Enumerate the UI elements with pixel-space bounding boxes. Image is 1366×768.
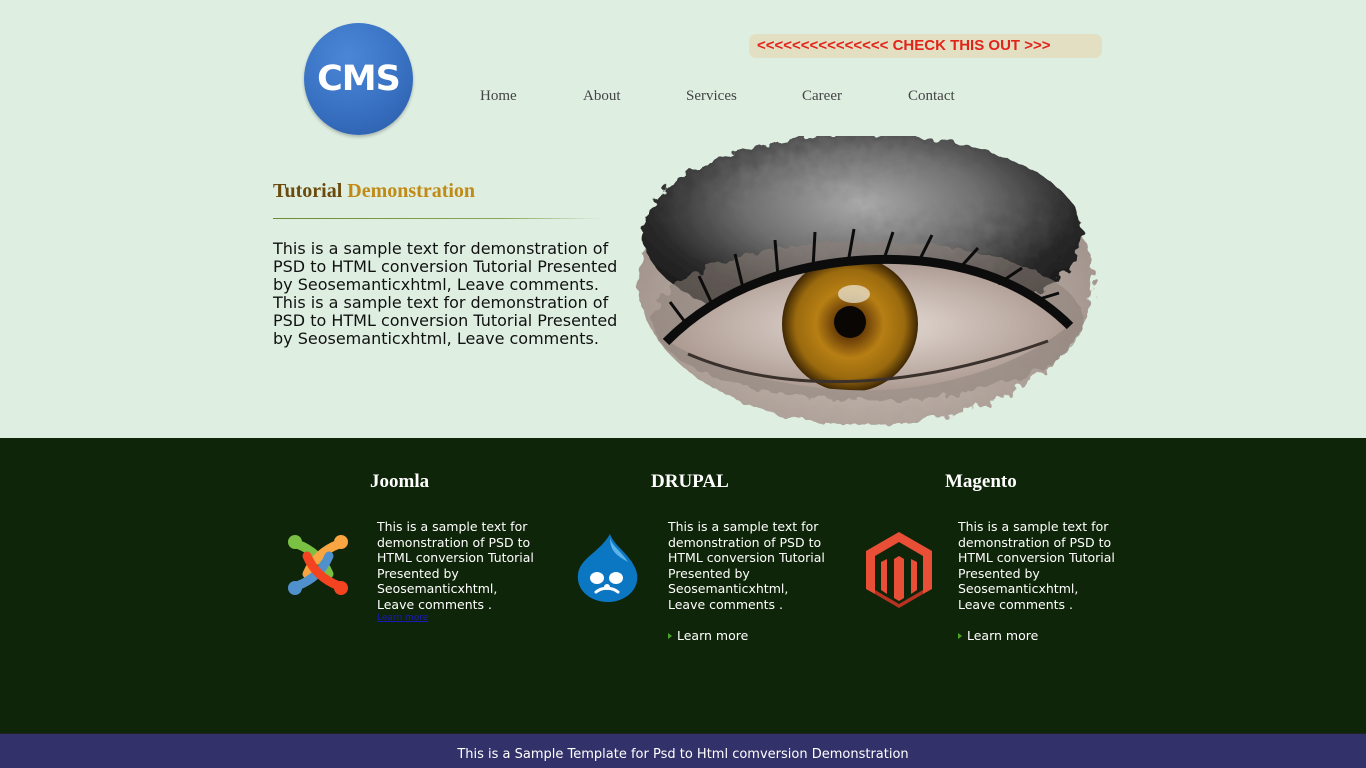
bullet-arrow-icon [958, 633, 962, 639]
learn-more-joomla[interactable]: Learn more [377, 613, 428, 623]
hero-divider [273, 218, 603, 219]
bullet-arrow-icon [668, 633, 672, 639]
feature-text-joomla: This is a sample text for demonstration … [377, 519, 534, 612]
features-section: Joomla This is a sample text for demonst… [0, 438, 1366, 733]
hero-title: Tutorial Demonstration [273, 180, 475, 203]
feature-text-magento: This is a sample text for demonstration … [958, 519, 1115, 612]
learn-more-label: Learn more [967, 628, 1039, 643]
learn-more-drupal[interactable]: Learn more [668, 628, 748, 643]
nav-about[interactable]: About [583, 88, 621, 105]
hero-body-text: This is a sample text for demonstration … [273, 239, 618, 348]
learn-more-magento[interactable]: Learn more [958, 628, 1038, 643]
hero-title-part1: Tutorial [273, 180, 343, 202]
nav-career[interactable]: Career [802, 88, 842, 105]
drupal-logo-icon [577, 534, 638, 602]
magento-logo-icon [866, 532, 932, 608]
check-this-out-link[interactable]: <<<<<<<<<<<<<<< CHECK THIS OUT >>> [749, 34, 1102, 58]
logo-text: CMS [317, 59, 401, 99]
nav-services[interactable]: Services [686, 88, 737, 105]
feature-title-magento: Magento [945, 471, 1017, 492]
eye-image [638, 136, 1094, 425]
feature-title-joomla: Joomla [370, 471, 430, 492]
footer-text: This is a Sample Template for Psd to Htm… [457, 747, 909, 762]
feature-title-drupal: DRUPAL [651, 471, 729, 492]
hero-title-part2: Demonstration [347, 180, 476, 202]
footer: This is a Sample Template for Psd to Htm… [0, 733, 1366, 768]
nav-contact[interactable]: Contact [908, 88, 955, 105]
feature-text-drupal: This is a sample text for demonstration … [668, 519, 825, 612]
joomla-logo-icon [288, 535, 348, 595]
learn-more-label: Learn more [677, 628, 749, 643]
cms-logo[interactable]: CMS [304, 23, 413, 135]
nav-home[interactable]: Home [480, 88, 517, 105]
